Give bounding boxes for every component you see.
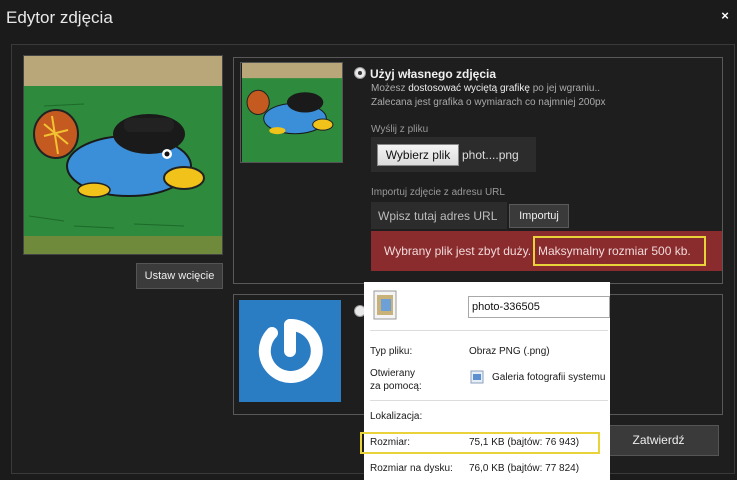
confirm-button[interactable]: Zatwierdź — [598, 425, 719, 456]
location-label: Lokalizacja: — [370, 411, 423, 422]
divider — [370, 400, 608, 401]
send-from-file-label: Wyślij z pliku — [371, 124, 429, 135]
large-photo-preview — [23, 55, 223, 255]
set-crop-button[interactable]: Ustaw wcięcie — [136, 263, 223, 289]
opens-with-label-2: za pomocą: — [370, 381, 422, 392]
platypus-thumb — [242, 63, 342, 162]
own-photo-recommendation: Zalecana jest grafika o wymiarach co naj… — [371, 97, 606, 108]
window-title: Edytor zdjęcia — [6, 8, 113, 27]
url-input[interactable] — [371, 202, 507, 229]
desc-pre: Możesz — [371, 83, 409, 94]
desc-post: po jej wgraniu.. — [529, 83, 601, 94]
error-message: Wybrany plik jest zbyt duży. — [384, 244, 532, 258]
platypus-image — [24, 56, 222, 254]
type-value: Obraz PNG (.png) — [469, 346, 550, 357]
opens-with-label-1: Otwierany — [370, 368, 416, 379]
max-size-text: Maksymalny rozmiar 500 kb. — [538, 244, 691, 258]
size-label: Rozmiar: — [370, 437, 411, 448]
disk-size-value: 76,0 KB (bajtów: 77 824) — [469, 463, 580, 474]
import-button[interactable]: Importuj — [509, 204, 569, 228]
import-url-label: Importuj zdjęcie z adresu URL — [371, 187, 505, 198]
title-bar: Edytor zdjęcia × — [0, 0, 737, 38]
selected-file-name: phot....png — [462, 148, 519, 162]
file-name-field[interactable] — [468, 296, 610, 318]
png-file-icon — [373, 290, 397, 320]
gallery-icon — [470, 370, 484, 384]
type-label: Typ pliku: — [370, 346, 413, 357]
size-value: 75,1 KB (bajtów: 76 943) — [469, 437, 580, 448]
divider — [370, 330, 608, 331]
small-photo-preview — [240, 62, 343, 163]
opens-with-value: Galeria fotografii systemu — [492, 372, 606, 383]
disk-size-label: Rozmiar na dysku: — [370, 463, 453, 474]
choose-file-button[interactable]: Wybierz plik — [377, 144, 459, 166]
own-photo-title: Użyj własnego zdjęcia — [370, 67, 497, 81]
own-photo-description: Możesz dostosować wyciętą grafikę po jej… — [371, 83, 600, 94]
adjust-crop-link[interactable]: dostosować wyciętą grafikę — [408, 83, 530, 94]
gravatar-icon — [258, 318, 323, 383]
close-icon[interactable]: × — [719, 9, 731, 22]
own-photo-radio[interactable] — [354, 67, 366, 79]
gravatar-logo — [239, 300, 341, 402]
